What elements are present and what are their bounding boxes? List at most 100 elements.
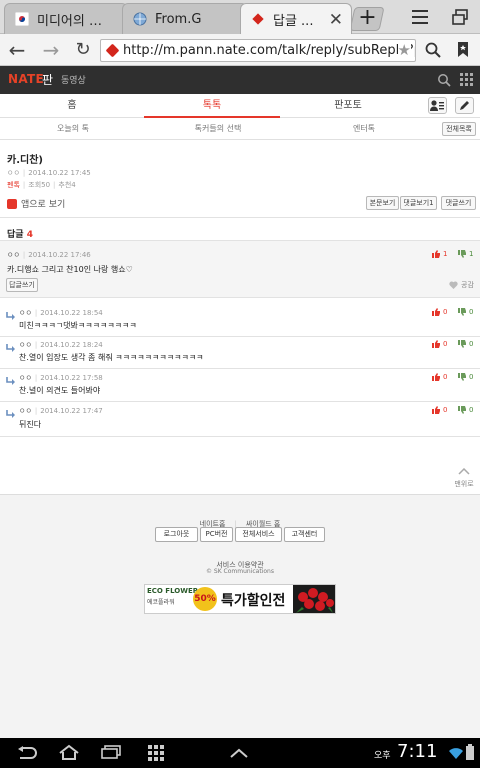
top-reply: ㅇㅇ | 2014.10.22 17:46 카.디행쇼 그리고 찬10인 나랑 행쇼… — [0, 240, 480, 298]
post-recommends: 추천4 — [58, 181, 76, 189]
windows-icon[interactable] — [452, 9, 468, 25]
search-icon[interactable] — [437, 73, 451, 87]
nav-toktok[interactable]: 톡톡 — [144, 94, 280, 118]
nate-header: NATE 판 동영상 — [0, 66, 480, 94]
reply-date: 2014.10.22 17:47 — [40, 407, 103, 415]
apps-grid-icon[interactable] — [460, 73, 473, 86]
reply-date: 2014.10.22 17:46 — [28, 251, 91, 259]
thumbs-up-icon — [432, 340, 440, 348]
my-profile-button[interactable] — [428, 97, 447, 114]
nav-pannphoto[interactable]: 판포토 — [280, 94, 416, 118]
reply-text: 카.디행쇼 그리고 찬10인 나랑 행쇼♡ — [7, 265, 133, 274]
all-services-button[interactable]: 전체서비스 — [235, 527, 282, 542]
chevron-up-icon[interactable] — [230, 748, 248, 758]
tab-label: 미디어의 천... — [37, 13, 103, 29]
pann-logo[interactable]: 판 — [42, 71, 53, 88]
close-tab-icon[interactable]: ✕ — [329, 10, 343, 30]
empathy-button[interactable]: 공감 — [449, 280, 474, 290]
post-title: 카.디찬) — [7, 155, 43, 166]
bookmark-star-icon[interactable]: ★ — [397, 40, 411, 61]
view-body-button[interactable]: 본문보기 — [366, 196, 399, 210]
thumbs-down-icon — [458, 308, 466, 316]
reply-text: 뒤진다 — [19, 420, 42, 429]
ad-banner[interactable]: ECO FLOWER 에코플라워 50% 특가할인전 — [144, 584, 336, 614]
downvote-button[interactable]: 0 — [458, 308, 473, 316]
tab-fromg[interactable]: From.G — [122, 3, 248, 34]
subnav-choice[interactable]: 톡커들의 선택 — [146, 118, 290, 140]
search-icon[interactable] — [425, 42, 441, 58]
recent-apps-icon[interactable] — [100, 745, 122, 759]
subnav-enter[interactable]: 엔터톡 — [290, 118, 438, 140]
tab-label: 답글 ... — [273, 13, 314, 29]
menu-icon[interactable] — [412, 9, 430, 25]
korea-flag-icon — [15, 12, 29, 26]
nate-logo[interactable]: NATE — [8, 72, 44, 86]
tab-label: From.G — [155, 11, 202, 27]
thumbs-up-icon — [432, 308, 440, 316]
downvote-count: 0 — [469, 406, 474, 414]
upvote-button[interactable]: 0 — [432, 340, 447, 348]
chevron-up-icon — [458, 467, 470, 475]
to-top-button[interactable]: 맨위로 — [452, 460, 476, 489]
upvote-button[interactable]: 0 — [432, 373, 447, 381]
pencil-icon — [460, 101, 469, 110]
upvote-count: 0 — [443, 373, 448, 381]
write-button[interactable] — [455, 97, 474, 114]
reload-icon[interactable]: ↻ — [72, 39, 94, 61]
nav-home[interactable]: 홈 — [0, 94, 144, 118]
write-comment-button[interactable]: 댓글쓰기 — [441, 196, 476, 210]
tab-reply-active[interactable]: 답글 ... ✕ — [240, 3, 352, 34]
thumbs-down-icon — [458, 340, 466, 348]
bookmarks-icon[interactable] — [457, 41, 469, 58]
replies-header: 답글 4 — [7, 227, 33, 240]
back-arrow-icon[interactable]: ← — [6, 39, 28, 61]
app-view-link[interactable]: 앱으로 보기 — [7, 197, 65, 210]
downvote-count: 0 — [469, 373, 474, 381]
upvote-count: 0 — [443, 406, 448, 414]
footer: 네이트홈 | 싸이월드 홈 로그아웃 PC버전 전체서비스 고객센터 서비스 이… — [0, 494, 480, 738]
downvote-button[interactable]: 0 — [458, 340, 473, 348]
url-field[interactable]: http://m.pann.nate.com/talk/reply/subRep… — [100, 39, 416, 62]
logout-button[interactable]: 로그아웃 — [155, 527, 198, 542]
clock-time: 7:11 — [397, 741, 438, 762]
reply-meta: ㅇㅇ | 2014.10.22 17:47 — [19, 407, 103, 415]
banner-discount: 50% — [193, 587, 217, 611]
url-text: http://m.pann.nate.com/talk/reply/subRep… — [123, 43, 415, 58]
thumbs-down-icon — [458, 373, 466, 381]
thumbs-up-icon — [432, 406, 440, 414]
view-comments-button[interactable]: 댓글보기1 — [400, 196, 437, 210]
post-meta-line2: 펜톡 | 조회50 | 추천4 — [7, 181, 76, 189]
back-icon[interactable] — [16, 746, 38, 760]
tab-media[interactable]: 미디어의 천... — [4, 3, 128, 34]
reply-author: ㅇㅇ — [19, 341, 32, 349]
reply-date: 2014.10.22 18:24 — [40, 341, 103, 349]
main-nav: 홈 톡톡 판포토 — [0, 94, 480, 118]
address-bar: ← → ↻ http://m.pann.nate.com/talk/reply/… — [0, 34, 480, 66]
customer-center-button[interactable]: 고객센터 — [284, 527, 325, 542]
reply-write-button[interactable]: 답글쓰기 — [6, 278, 38, 292]
new-tab-button[interactable]: + — [349, 5, 385, 31]
thumbs-down-icon — [458, 250, 466, 258]
nate-red-diamond-icon — [252, 13, 264, 25]
app-icon — [7, 198, 17, 209]
home-icon[interactable] — [58, 744, 80, 760]
post-author: ㅇㅇ — [7, 169, 20, 177]
replies-count: 4 — [26, 230, 33, 240]
upvote-button[interactable]: 0 — [432, 308, 447, 316]
all-list-button[interactable]: 전체목록 — [442, 122, 476, 136]
thumbs-down-icon — [458, 406, 466, 414]
forward-arrow-icon[interactable]: → — [40, 39, 62, 61]
user-list-icon — [430, 100, 444, 111]
post-category[interactable]: 펜톡 — [7, 181, 20, 189]
pc-version-button[interactable]: PC버전 — [200, 527, 233, 542]
subnav-today[interactable]: 오늘의 톡 — [0, 118, 146, 140]
app-drawer-icon[interactable] — [148, 745, 164, 761]
downvote-button[interactable]: 1 — [458, 250, 473, 258]
upvote-button[interactable]: 1 — [432, 250, 447, 258]
downvote-button[interactable]: 0 — [458, 373, 473, 381]
replies-label: 답글 — [7, 230, 24, 240]
section-label[interactable]: 동영상 — [61, 73, 86, 86]
upvote-button[interactable]: 0 — [432, 406, 447, 414]
downvote-button[interactable]: 0 — [458, 406, 473, 414]
reply-meta: ㅇㅇ | 2014.10.22 18:54 — [19, 309, 103, 317]
